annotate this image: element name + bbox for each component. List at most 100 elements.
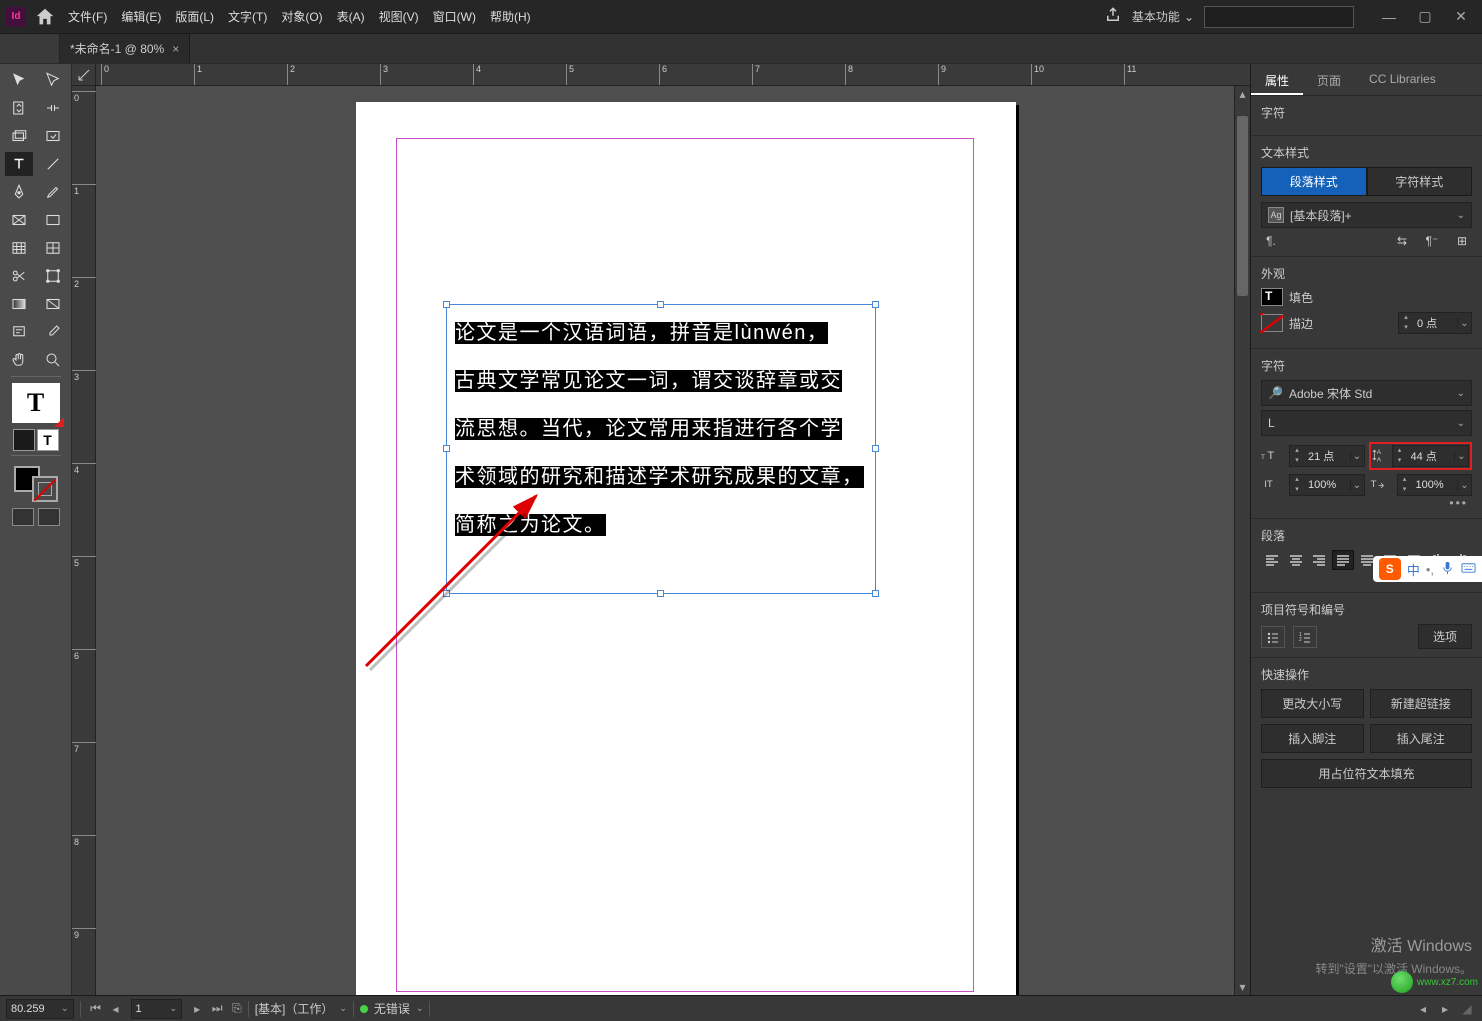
- paragraph-style-tab[interactable]: 段落样式: [1261, 167, 1367, 196]
- frame-handle[interactable]: [443, 445, 450, 452]
- tab-pages[interactable]: 页面: [1303, 64, 1355, 95]
- share-icon[interactable]: [1104, 6, 1122, 27]
- fill-color-swatch[interactable]: [1261, 288, 1283, 306]
- text-content[interactable]: 论文是一个汉语词语，拼音是lùnwén， 古典文学常见论文一词，谓交谈辞章或交 …: [447, 305, 875, 553]
- font-family-dropdown[interactable]: 🔎 Adobe 宋体 Std ⌄: [1261, 380, 1472, 406]
- insert-footnote-button[interactable]: 插入脚注: [1261, 724, 1364, 753]
- grid-tool[interactable]: [5, 236, 33, 260]
- selection-tool[interactable]: [5, 68, 33, 92]
- menu-table[interactable]: 表(A): [337, 8, 365, 25]
- pilcrow-icon[interactable]: ¶.: [1261, 234, 1281, 248]
- scrollbar-vertical[interactable]: ▴ ▾: [1234, 86, 1250, 995]
- menu-object[interactable]: 对象(O): [281, 8, 322, 25]
- zoom-tool[interactable]: [39, 348, 67, 372]
- pen-tool[interactable]: [5, 180, 33, 204]
- last-page-icon[interactable]: ⏭: [208, 1000, 226, 1018]
- line-tool[interactable]: [39, 152, 67, 176]
- frame-handle[interactable]: [443, 301, 450, 308]
- free-transform-tool[interactable]: [39, 264, 67, 288]
- menu-window[interactable]: 窗口(W): [433, 8, 476, 25]
- ime-mode-label[interactable]: 中: [1407, 560, 1420, 579]
- hscale-input[interactable]: ▴▾⌄: [1289, 474, 1365, 496]
- minimize-button[interactable]: —: [1374, 6, 1404, 28]
- align-right[interactable]: [1308, 550, 1330, 570]
- document-tab[interactable]: *未命名-1 @ 80% ×: [60, 34, 190, 63]
- scroll-thumb[interactable]: [1237, 116, 1248, 296]
- type-tool[interactable]: [5, 152, 33, 176]
- rectangle-frame-tool[interactable]: [5, 208, 33, 232]
- page-input[interactable]: ⌄: [131, 999, 183, 1019]
- more-options-icon[interactable]: •••: [1261, 496, 1472, 510]
- menu-view[interactable]: 视图(V): [379, 8, 419, 25]
- scroll-left-icon[interactable]: ◂: [1414, 1000, 1432, 1018]
- bullet-list-button[interactable]: [1261, 626, 1285, 648]
- chevron-down-icon[interactable]: ⌄: [61, 1003, 69, 1014]
- close-button[interactable]: ✕: [1446, 6, 1476, 28]
- view-mode-normal[interactable]: [12, 508, 34, 526]
- pencil-tool[interactable]: [39, 180, 67, 204]
- direct-selection-tool[interactable]: [39, 68, 67, 92]
- eyedropper-tool[interactable]: [39, 320, 67, 344]
- resize-grip-icon[interactable]: ◢: [1458, 1000, 1476, 1018]
- stroke-weight-input[interactable]: ▴▾ ⌄: [1398, 312, 1472, 334]
- close-tab-icon[interactable]: ×: [172, 42, 179, 56]
- style-dropdown[interactable]: Ag [基本段落]+ ⌄: [1261, 202, 1472, 228]
- menu-layout[interactable]: 版面(L): [175, 8, 214, 25]
- font-size-input[interactable]: ▴▾⌄: [1289, 445, 1365, 467]
- content-collector-tool[interactable]: [5, 124, 33, 148]
- ruler-origin[interactable]: [72, 64, 96, 85]
- scissors-tool[interactable]: [5, 264, 33, 288]
- scroll-up-icon[interactable]: ▴: [1235, 86, 1250, 102]
- container-format-icon[interactable]: [13, 429, 35, 451]
- text-frame[interactable]: 论文是一个汉语词语，拼音是lùnwén， 古典文学常见论文一词，谓交谈辞章或交 …: [446, 304, 876, 594]
- character-style-tab[interactable]: 字符样式: [1367, 167, 1473, 196]
- gradient-tool[interactable]: [39, 292, 67, 316]
- align-justify-left[interactable]: [1332, 550, 1354, 570]
- ime-mic-icon[interactable]: [1440, 560, 1455, 578]
- frame-handle[interactable]: [657, 590, 664, 597]
- viewport[interactable]: 论文是一个汉语词语，拼音是lùnwén， 古典文学常见论文一词，谓交谈辞章或交 …: [96, 86, 1250, 995]
- hand-tool[interactable]: [5, 348, 33, 372]
- format-type-indicator[interactable]: T: [12, 383, 60, 423]
- sync-icon[interactable]: ⇆: [1392, 234, 1412, 248]
- frame-handle[interactable]: [872, 445, 879, 452]
- new-hyperlink-button[interactable]: 新建超链接: [1370, 689, 1473, 718]
- clear-override-icon[interactable]: ¶⁻: [1422, 234, 1442, 248]
- tab-properties[interactable]: 属性: [1251, 64, 1303, 95]
- thread-icon[interactable]: ⎘: [232, 1001, 242, 1016]
- search-input[interactable]: [1204, 6, 1354, 28]
- stroke-color-swatch[interactable]: [1261, 314, 1283, 332]
- view-mode-preview[interactable]: [38, 508, 60, 526]
- note-tool[interactable]: [5, 320, 33, 344]
- menu-file[interactable]: 文件(F): [68, 8, 107, 25]
- page-tool[interactable]: [5, 96, 33, 120]
- layer-label[interactable]: [基本]（工作）: [255, 1000, 334, 1017]
- fill-placeholder-button[interactable]: 用占位符文本填充: [1261, 759, 1472, 788]
- change-case-button[interactable]: 更改大小写: [1261, 689, 1364, 718]
- text-format-icon[interactable]: T: [37, 429, 59, 451]
- new-style-icon[interactable]: ⊞: [1452, 234, 1472, 248]
- grid2-tool[interactable]: [39, 236, 67, 260]
- align-left[interactable]: [1261, 550, 1283, 570]
- stroke-weight-field[interactable]: [1413, 317, 1457, 329]
- chevron-down-icon[interactable]: ⌄: [339, 1003, 347, 1014]
- first-page-icon[interactable]: ⏮: [87, 1000, 105, 1018]
- chevron-down-icon[interactable]: ⌄: [170, 1003, 178, 1014]
- ime-toolbar[interactable]: S 中 •,: [1373, 556, 1482, 582]
- content-placer-tool[interactable]: [39, 124, 67, 148]
- gradient-feather-tool[interactable]: [5, 292, 33, 316]
- fill-stroke-swatch[interactable]: [14, 466, 58, 502]
- frame-handle[interactable]: [443, 590, 450, 597]
- menu-edit[interactable]: 编辑(E): [121, 8, 161, 25]
- vscale-input[interactable]: ▴▾⌄: [1397, 474, 1473, 496]
- next-page-icon[interactable]: ▸: [188, 1000, 206, 1018]
- options-button[interactable]: 选项: [1418, 624, 1472, 649]
- menu-text[interactable]: 文字(T): [228, 8, 267, 25]
- prev-page-icon[interactable]: ◂: [107, 1000, 125, 1018]
- stroke-swatch[interactable]: [32, 476, 58, 502]
- maximize-button[interactable]: ▢: [1410, 6, 1440, 28]
- align-center[interactable]: [1285, 550, 1307, 570]
- scroll-down-icon[interactable]: ▾: [1235, 979, 1250, 995]
- tab-cc-libraries[interactable]: CC Libraries: [1355, 64, 1450, 95]
- preflight-label[interactable]: 无错误: [374, 1000, 410, 1017]
